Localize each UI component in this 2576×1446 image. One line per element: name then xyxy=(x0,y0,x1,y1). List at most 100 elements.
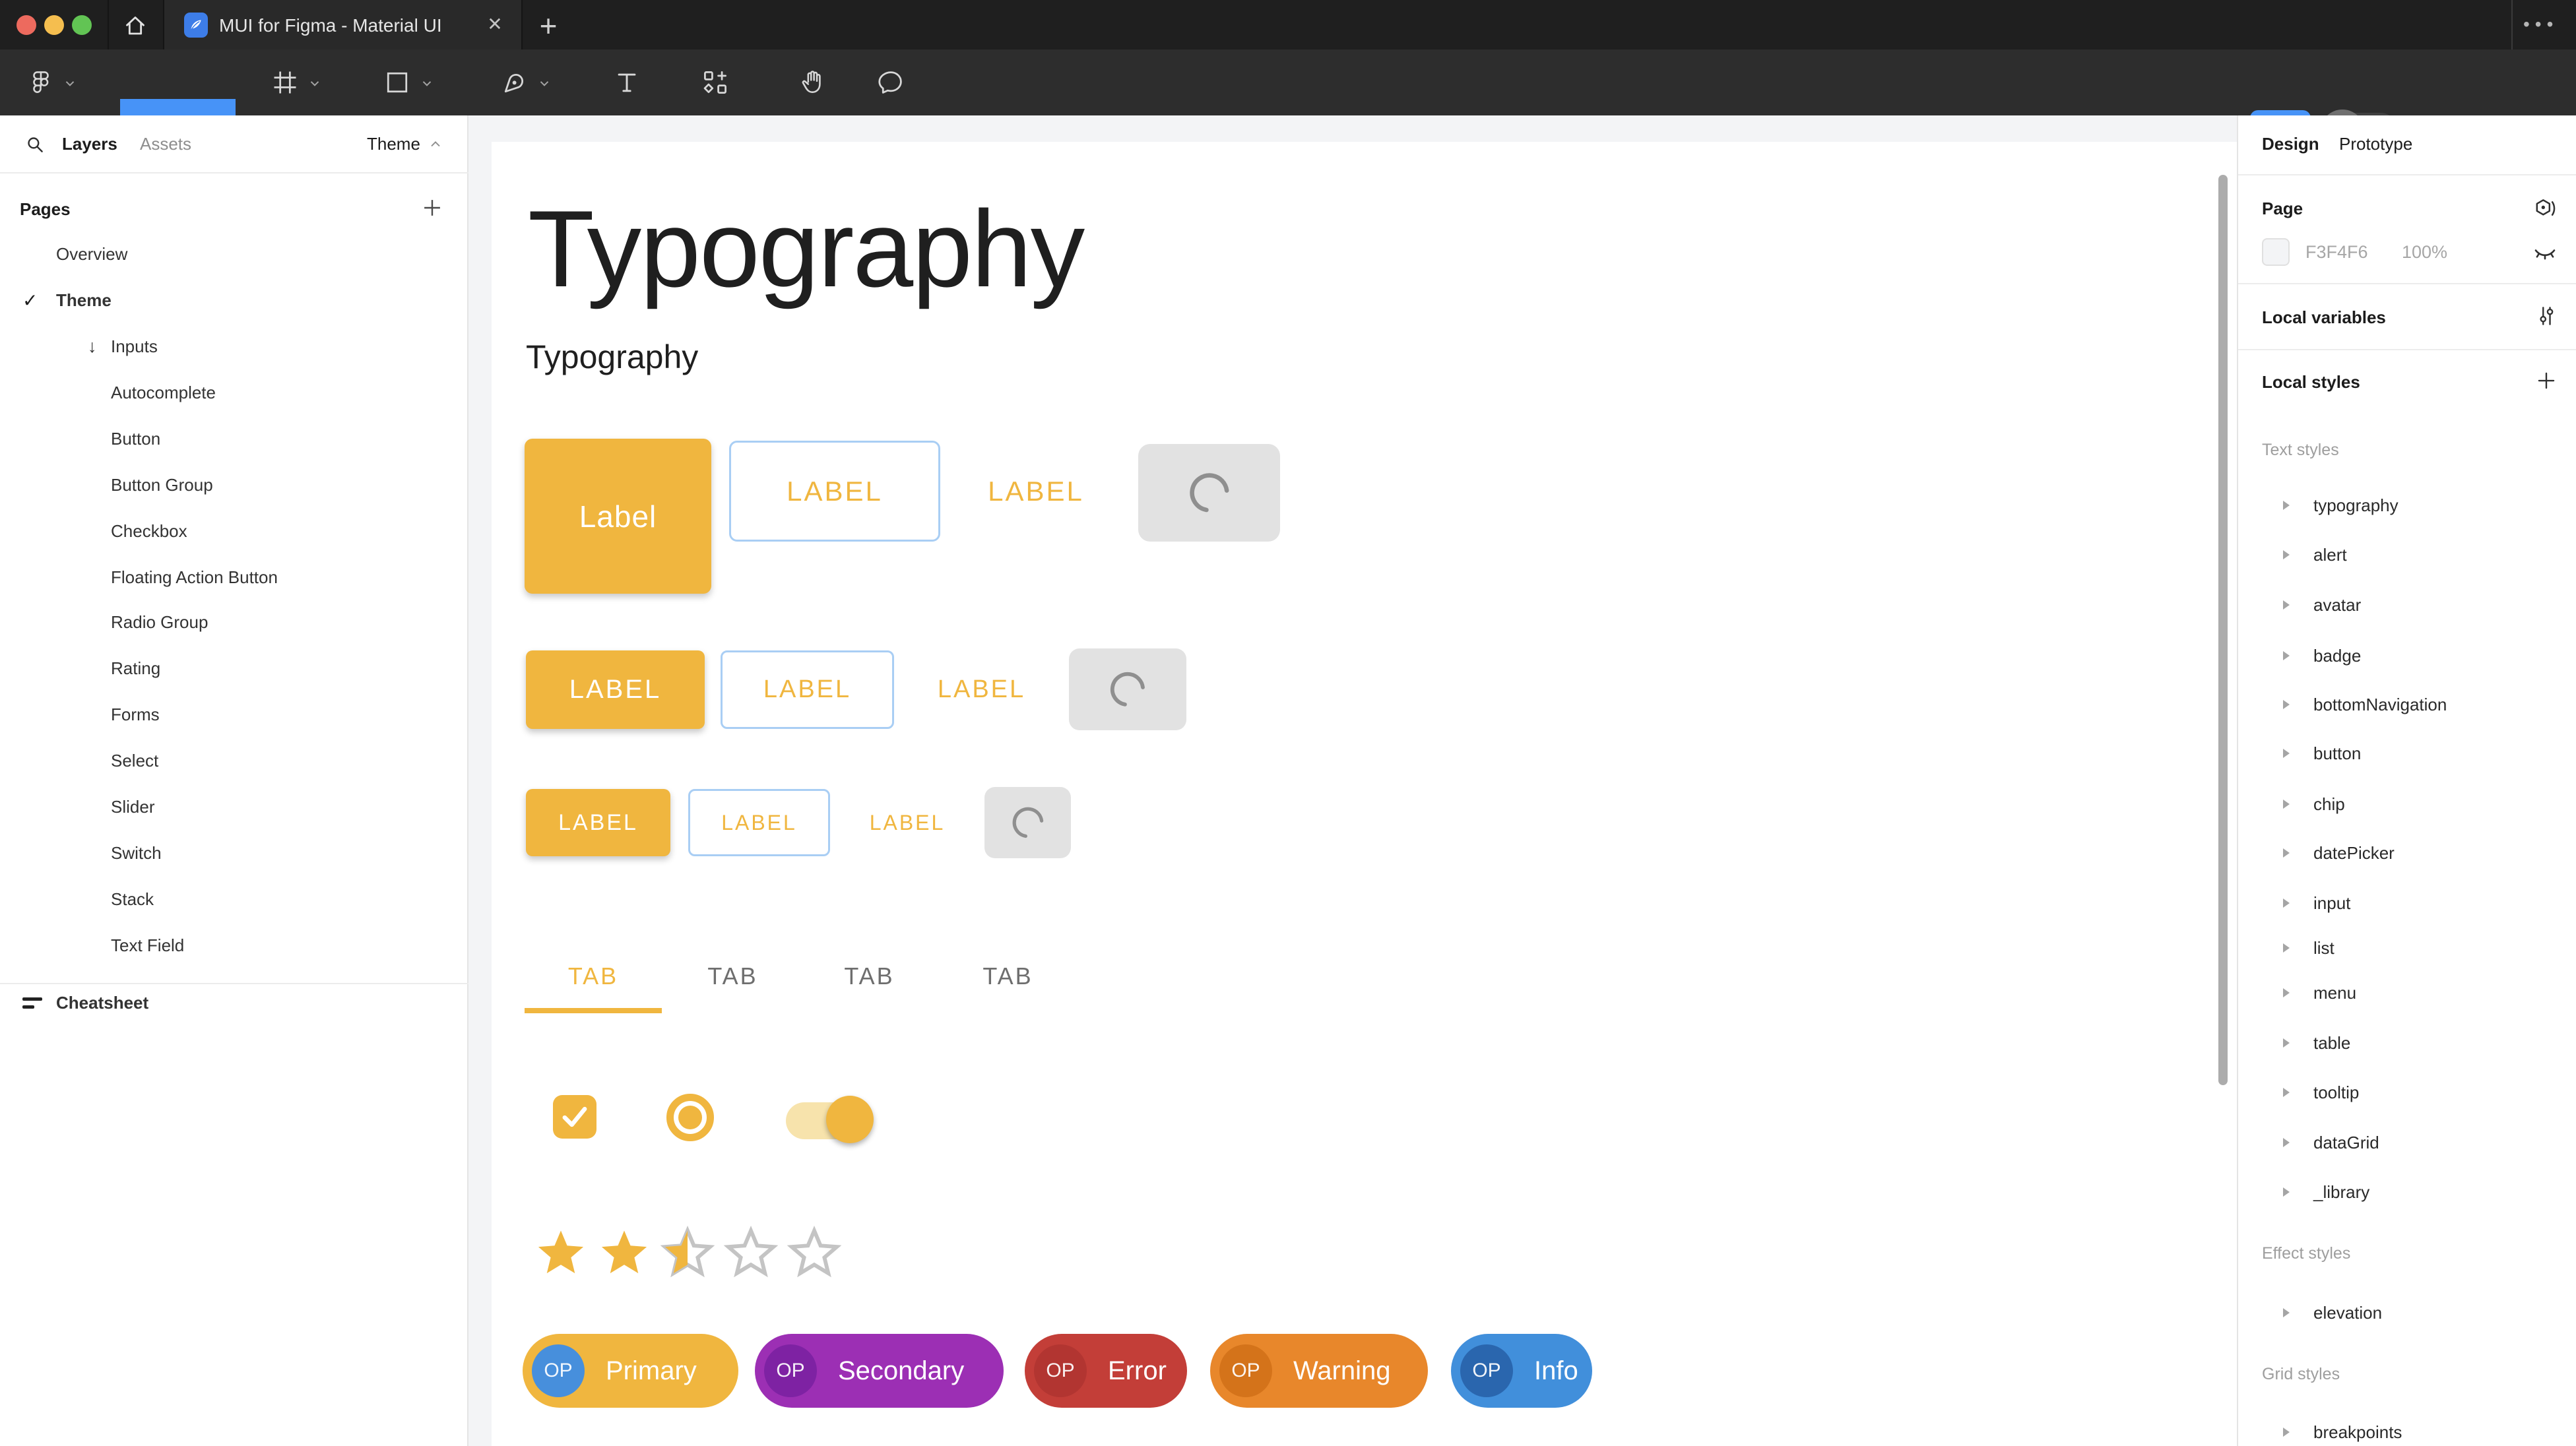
variables-sliders-icon[interactable] xyxy=(2534,303,2559,332)
star-full-icon[interactable] xyxy=(595,1224,653,1282)
style-row-input[interactable]: input xyxy=(2313,893,2350,914)
eye-closed-icon[interactable] xyxy=(2531,239,2559,270)
tab-4[interactable]: TAB xyxy=(940,945,1076,1008)
rating-stars[interactable] xyxy=(532,1224,843,1282)
frame-tool-chevron-icon[interactable] xyxy=(307,76,322,94)
checkbox-checked[interactable] xyxy=(553,1095,596,1139)
expand-icon[interactable] xyxy=(2283,1038,2290,1048)
expand-icon[interactable] xyxy=(2283,1428,2290,1437)
pen-tool-icon[interactable] xyxy=(500,68,529,97)
traffic-light-close[interactable] xyxy=(16,15,36,35)
traffic-light-zoom[interactable] xyxy=(72,15,92,35)
comment-tool-icon[interactable] xyxy=(876,68,905,97)
add-style-icon[interactable] xyxy=(2534,368,2559,396)
tab-2[interactable]: TAB xyxy=(664,945,801,1008)
expand-icon[interactable] xyxy=(2283,988,2290,997)
style-row-chip[interactable]: chip xyxy=(2313,794,2345,815)
style-row-badge[interactable]: badge xyxy=(2313,646,2361,666)
page-color-swatch[interactable] xyxy=(2262,238,2290,266)
text-tool-icon[interactable] xyxy=(612,68,641,97)
chip-warning[interactable]: OP Warning xyxy=(1210,1334,1428,1408)
tab-layers[interactable]: Layers xyxy=(62,134,117,154)
page-color-hex[interactable]: F3F4F6 xyxy=(2305,242,2368,263)
style-row-menu[interactable]: menu xyxy=(2313,983,2356,1003)
tab-1-selected[interactable]: TAB xyxy=(525,945,662,1008)
outlined-button-small[interactable]: LABEL xyxy=(688,789,830,856)
outlined-button-large[interactable]: LABEL xyxy=(729,441,940,542)
pen-tool-chevron-icon[interactable] xyxy=(537,76,552,94)
page-color-opacity[interactable]: 100% xyxy=(2402,242,2447,263)
text-button-medium[interactable]: LABEL xyxy=(927,650,1036,729)
star-full-icon[interactable] xyxy=(532,1224,590,1282)
style-row-list[interactable]: list xyxy=(2313,938,2334,959)
style-row-button[interactable]: button xyxy=(2313,743,2361,764)
chip-secondary[interactable]: OP Secondary xyxy=(755,1334,1004,1408)
radio-selected[interactable] xyxy=(666,1094,714,1141)
expand-icon[interactable] xyxy=(2283,550,2290,559)
new-tab-button[interactable]: + xyxy=(532,8,565,44)
style-row-bottomnavigation[interactable]: bottomNavigation xyxy=(2313,695,2447,715)
expand-icon[interactable] xyxy=(2283,700,2290,709)
expand-icon[interactable] xyxy=(2283,749,2290,758)
style-row-typography[interactable]: typography xyxy=(2313,495,2399,516)
style-row-breakpoints[interactable]: breakpoints xyxy=(2313,1422,2402,1443)
hand-tool-icon[interactable] xyxy=(800,68,829,97)
expand-icon[interactable] xyxy=(2283,848,2290,858)
expand-icon[interactable] xyxy=(2283,1088,2290,1097)
tab-design[interactable]: Design xyxy=(2262,134,2319,154)
styles-icon[interactable] xyxy=(2531,195,2558,225)
sidebar-item-inputs[interactable]: ↓ Inputs xyxy=(0,323,468,369)
home-icon[interactable] xyxy=(122,13,148,42)
traffic-light-minimize[interactable] xyxy=(44,15,64,35)
expand-icon[interactable] xyxy=(2283,943,2290,953)
outlined-button-medium[interactable]: LABEL xyxy=(721,650,894,729)
sidebar-item-theme[interactable]: ✓ Theme xyxy=(0,277,468,323)
sidebar-item-cheatsheet[interactable]: Cheatsheet xyxy=(0,980,468,1026)
chip-error[interactable]: OP Error xyxy=(1025,1334,1187,1408)
main-menu-chevron-icon[interactable] xyxy=(63,76,77,94)
sidebar-item-overview[interactable]: Overview xyxy=(0,231,525,277)
style-row-library[interactable]: _library xyxy=(2313,1182,2369,1203)
tab-3[interactable]: TAB xyxy=(801,945,938,1008)
style-row-datagrid[interactable]: dataGrid xyxy=(2313,1133,2379,1153)
style-row-tooltip[interactable]: tooltip xyxy=(2313,1083,2359,1103)
star-half-icon[interactable] xyxy=(659,1224,717,1282)
star-empty-icon[interactable] xyxy=(722,1224,780,1282)
close-tab-icon[interactable]: ✕ xyxy=(483,13,507,35)
expand-icon[interactable] xyxy=(2283,1187,2290,1197)
text-button-small[interactable]: LABEL xyxy=(858,789,957,856)
expand-icon[interactable] xyxy=(2283,1308,2290,1317)
style-row-alert[interactable]: alert xyxy=(2313,545,2347,565)
canvas-scrollbar[interactable] xyxy=(2218,175,2228,1085)
page-selector-chevron-up-icon[interactable] xyxy=(428,137,443,156)
style-row-elevation[interactable]: elevation xyxy=(2313,1303,2382,1323)
chip-primary[interactable]: OP Primary xyxy=(523,1334,738,1408)
expand-icon[interactable] xyxy=(2283,800,2290,809)
expand-icon[interactable] xyxy=(2283,898,2290,908)
page-selector[interactable]: Theme xyxy=(367,134,420,154)
loading-button-large[interactable] xyxy=(1138,444,1280,542)
switch-thumb[interactable] xyxy=(826,1096,874,1143)
chip-info[interactable]: OP Info xyxy=(1451,1334,1592,1408)
expand-icon[interactable] xyxy=(2283,651,2290,660)
text-button-large[interactable]: LABEL xyxy=(977,441,1095,542)
frame-tool-icon[interactable] xyxy=(271,68,300,97)
loading-button-small[interactable] xyxy=(984,787,1071,858)
loading-button-medium[interactable] xyxy=(1069,648,1186,730)
style-row-table[interactable]: table xyxy=(2313,1033,2350,1053)
contained-button-small[interactable]: LABEL xyxy=(526,789,670,856)
expand-icon[interactable] xyxy=(2283,600,2290,610)
style-row-datepicker[interactable]: datePicker xyxy=(2313,843,2395,864)
tab-assets[interactable]: Assets xyxy=(140,134,191,154)
resources-tool-icon[interactable] xyxy=(701,68,730,97)
window-menu-icon[interactable]: ••• xyxy=(2523,14,2558,35)
expand-icon[interactable] xyxy=(2283,1138,2290,1147)
shape-tool-chevron-icon[interactable] xyxy=(420,76,434,94)
add-page-icon[interactable] xyxy=(421,197,443,222)
shape-tool-icon[interactable] xyxy=(383,68,412,97)
tab-prototype[interactable]: Prototype xyxy=(2339,134,2412,154)
expand-icon[interactable] xyxy=(2283,501,2290,510)
main-menu-figma-icon[interactable] xyxy=(26,68,55,97)
star-empty-icon[interactable] xyxy=(785,1224,843,1282)
contained-button-medium[interactable]: LABEL xyxy=(526,650,705,729)
